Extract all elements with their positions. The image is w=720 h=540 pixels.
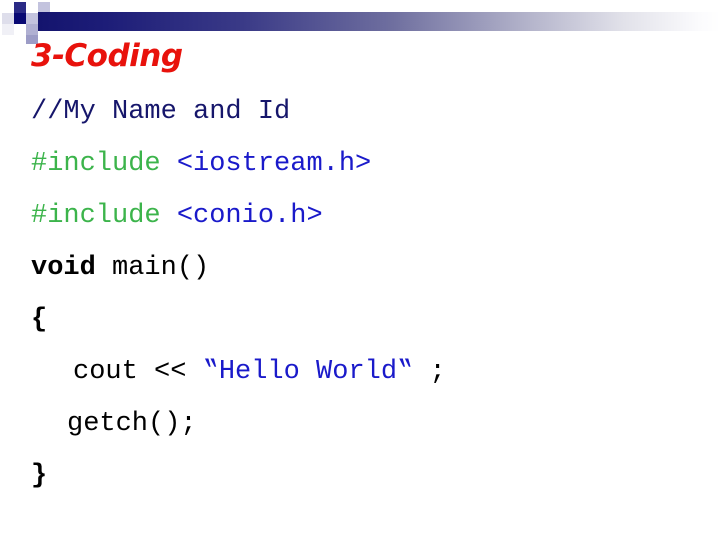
decorative-square	[26, 13, 38, 24]
decorative-square	[26, 24, 38, 35]
code-token-header: <conio.h>	[176, 201, 323, 231]
code-token-keyword: void	[31, 253, 113, 283]
code-token-comment: //My Name and Id	[31, 97, 291, 127]
decorative-square	[14, 35, 26, 44]
code-line-close-brace: }	[31, 450, 701, 502]
header-gradient-bar	[38, 12, 720, 31]
code-line-include-iostream: #include <iostream.h>	[31, 138, 701, 190]
code-token-preproc: #include	[31, 149, 177, 179]
code-token-plain: main()	[112, 253, 210, 283]
code-token-preproc: #include	[31, 201, 177, 231]
code-line-include-conio: #include <conio.h>	[31, 190, 701, 242]
decorative-square	[14, 13, 26, 24]
code-line-open-brace: {	[31, 294, 701, 346]
code-token-header: <iostream.h>	[176, 149, 372, 179]
decorative-square	[2, 24, 14, 35]
decorative-square	[26, 2, 38, 13]
decorative-square	[14, 24, 26, 35]
decorative-square	[2, 13, 14, 24]
code-line-main-signature: void main()	[31, 242, 701, 294]
code-line-cout-statement: cout << ‟Hello World‟ ;	[31, 346, 701, 398]
code-token-brace: }	[31, 461, 48, 491]
code-token-plain: getch();	[67, 409, 197, 439]
decorative-square	[14, 2, 26, 13]
code-token-string: ‟Hello World‟	[202, 357, 414, 387]
code-line-getch-statement: getch();	[31, 398, 701, 450]
code-token-plain: ;	[413, 357, 446, 387]
code-listing: //My Name and Id #include <iostream.h> #in…	[31, 86, 701, 502]
code-token-brace: {	[31, 305, 48, 335]
code-line-comment: //My Name and Id	[31, 86, 701, 138]
page-title: 3-Coding	[31, 38, 183, 74]
code-token-plain: cout <<	[73, 357, 203, 387]
